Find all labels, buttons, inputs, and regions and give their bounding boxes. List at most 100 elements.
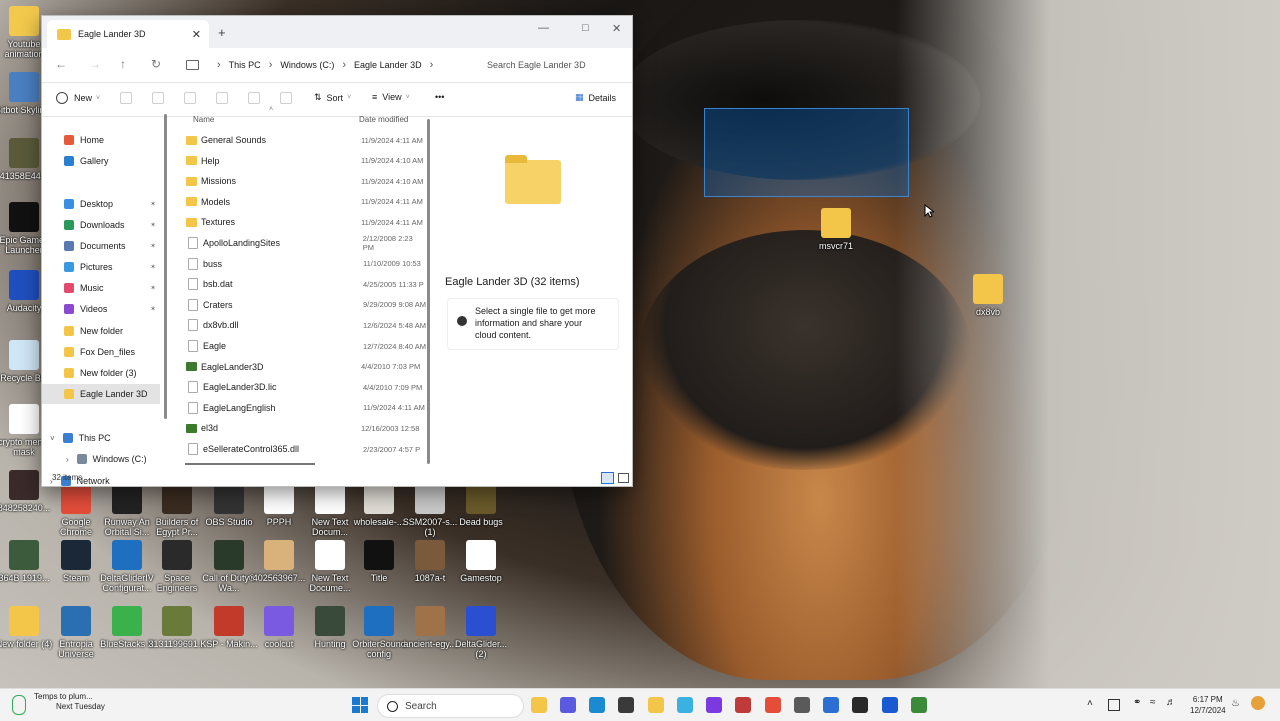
close-button[interactable]: ✕ xyxy=(612,22,621,35)
up-arrow-icon[interactable]: ↑ xyxy=(120,57,126,71)
sort-button[interactable]: ⇅ Sort ˅ xyxy=(314,92,351,103)
file-list-scrollbar[interactable] xyxy=(427,119,430,464)
file-row[interactable]: Models 11/9/2024 4:11 AM xyxy=(173,192,426,212)
camera-icon[interactable] xyxy=(794,697,810,713)
nav-item[interactable]: Downloads ✶ xyxy=(42,215,160,235)
weather-widget[interactable]: Temps to plum... Next Tuesday xyxy=(12,692,105,715)
desktop-shortcut[interactable]: Gamestop xyxy=(450,540,512,583)
maximize-button[interactable]: □ xyxy=(582,22,589,34)
breadcrumb-eagle-lander-3d[interactable]: Eagle Lander 3D xyxy=(354,60,422,70)
desktop-shortcut-icon xyxy=(61,484,91,514)
microphone-icon[interactable]: ⚭ xyxy=(1133,697,1141,708)
chevron-down-icon[interactable]: ˅ xyxy=(50,434,55,443)
desktop-shortcut-icon xyxy=(9,540,39,570)
nav-tree-item[interactable]: ˅ This PC xyxy=(42,428,160,448)
folder-icon[interactable] xyxy=(648,697,664,713)
nav-item-icon xyxy=(64,389,74,399)
paste-button[interactable] xyxy=(184,92,196,104)
copilot-icon[interactable] xyxy=(1251,696,1265,710)
bottle-icon[interactable] xyxy=(911,697,927,713)
file-row[interactable]: eSellerateControl365.dll 2/23/2007 4:57 P xyxy=(173,439,426,459)
desktop-shortcut-icon xyxy=(9,470,39,500)
nav-item[interactable]: Eagle Lander 3D xyxy=(42,384,160,404)
file-row[interactable]: bsb.dat 4/25/2005 11:33 P xyxy=(173,274,426,294)
tab-eagle-lander-3d[interactable]: Eagle Lander 3D ✕ xyxy=(47,20,209,48)
chrome-icon[interactable] xyxy=(765,697,781,713)
nav-item[interactable]: New folder (3) xyxy=(42,363,160,383)
copy-button[interactable] xyxy=(152,92,164,104)
file-row[interactable]: dx8vb.dll 12/6/2024 5:48 AM xyxy=(173,315,426,335)
file-explorer-icon[interactable] xyxy=(531,697,547,713)
app-icon[interactable] xyxy=(677,697,693,713)
search-input[interactable]: Search Eagle Lander 3D xyxy=(475,54,632,76)
details-view-icon[interactable] xyxy=(601,472,614,484)
nav-item[interactable]: Desktop ✶ xyxy=(42,194,160,214)
file-date: 12/7/2024 8:40 AM xyxy=(363,341,426,351)
nav-item[interactable]: Gallery xyxy=(42,151,160,171)
taskbar-search-box[interactable]: Search xyxy=(377,694,524,718)
edge-icon[interactable] xyxy=(589,697,605,713)
nav-item[interactable]: New folder xyxy=(42,321,160,341)
rename-button[interactable] xyxy=(216,92,228,104)
new-tab-button[interactable]: + xyxy=(218,25,226,40)
list-icon[interactable] xyxy=(882,697,898,713)
share-button[interactable] xyxy=(248,92,260,104)
file-row[interactable]: Eagle 12/7/2024 8:40 AM xyxy=(173,336,426,356)
file-row[interactable]: buss 11/10/2009 10:53 xyxy=(173,254,426,274)
store-icon[interactable] xyxy=(618,697,634,713)
speaker-icon[interactable]: ♬ xyxy=(1166,697,1176,708)
desktop-shortcut[interactable]: DeltaGlider... (2) xyxy=(450,606,512,659)
details-button[interactable]: ▦ Details xyxy=(575,92,616,103)
desktop-shortcut[interactable]: Dead bugs xyxy=(450,484,512,527)
clock[interactable]: 6:17 PM 12/7/2024 xyxy=(1190,694,1226,716)
nav-item[interactable]: Pictures ✶ xyxy=(42,257,160,277)
delete-button[interactable] xyxy=(280,92,292,104)
nav-item[interactable]: Music ✶ xyxy=(42,278,160,298)
chevron-up-icon[interactable]: ˄ xyxy=(1087,698,1093,709)
forward-arrow-icon[interactable]: → xyxy=(89,57,101,71)
back-arrow-icon[interactable]: ← xyxy=(55,57,67,71)
breadcrumb-this-pc[interactable]: This PC xyxy=(229,60,261,70)
cut-button[interactable] xyxy=(120,92,132,104)
minimize-button[interactable]: — xyxy=(538,22,549,34)
breadcrumb-windows-c[interactable]: Windows (C:) xyxy=(280,60,334,70)
file-row[interactable]: EagleLangEnglish 11/9/2024 4:11 AM xyxy=(173,398,426,418)
column-header-name[interactable]: Name xyxy=(193,115,214,124)
file-row[interactable]: Help 11/9/2024 4:10 AM xyxy=(173,151,426,171)
file-row[interactable]: EagleLander3D.lic 4/4/2010 7:09 PM xyxy=(173,377,426,397)
shield-icon[interactable] xyxy=(735,697,751,713)
start-button[interactable] xyxy=(352,697,368,713)
nav-item[interactable]: Home xyxy=(42,130,160,150)
nav-item[interactable]: Fox Den_files xyxy=(42,342,160,362)
navigation-scrollbar[interactable] xyxy=(164,114,167,419)
desktop-shortcut[interactable]: dx8vb xyxy=(957,274,1019,317)
system-tray-icon[interactable] xyxy=(1108,699,1120,711)
purple-app-icon[interactable] xyxy=(706,697,722,713)
column-header-date[interactable]: Date modified xyxy=(359,115,408,124)
file-row[interactable]: Textures 11/9/2024 4:11 AM xyxy=(173,212,426,232)
nav-tree-item[interactable]: › Windows (C:) xyxy=(42,449,160,469)
horizontal-scrollbar[interactable] xyxy=(185,463,315,465)
more-options-button[interactable]: ••• xyxy=(435,92,444,102)
obs-icon[interactable] xyxy=(852,697,868,713)
desktop-shortcut[interactable]: msvcr71 xyxy=(805,208,867,251)
tiles-view-icon[interactable] xyxy=(618,473,629,483)
file-row[interactable]: Missions 11/9/2024 4:10 AM xyxy=(173,171,426,191)
chevron-right-icon[interactable]: › xyxy=(66,455,69,464)
breadcrumb[interactable]: › This PC › Windows (C:) › Eagle Lander … xyxy=(176,54,466,76)
chat-icon[interactable] xyxy=(560,697,576,713)
file-row[interactable]: Craters 9/29/2009 9:08 AM xyxy=(173,295,426,315)
file-row[interactable]: General Sounds 11/9/2024 4:11 AM xyxy=(173,130,426,150)
wifi-icon[interactable]: ≈ xyxy=(1150,697,1156,708)
refresh-icon[interactable]: ↻ xyxy=(151,57,161,71)
close-app-icon[interactable] xyxy=(823,697,839,713)
tab-close-icon[interactable]: ✕ xyxy=(192,28,201,41)
file-row[interactable]: el3d 12/16/2003 12:58 xyxy=(173,418,426,438)
view-button[interactable]: ≡ View ˅ xyxy=(372,92,410,102)
new-button[interactable]: New ˅ xyxy=(56,92,100,104)
nav-item[interactable]: Documents ✶ xyxy=(42,236,160,256)
bell-icon[interactable]: ♨ xyxy=(1231,698,1240,709)
nav-item[interactable]: Videos ✶ xyxy=(42,299,160,319)
file-row[interactable]: ApolloLandingSites 2/12/2008 2:23 PM xyxy=(173,233,426,253)
file-row[interactable]: EagleLander3D 4/4/2010 7:03 PM xyxy=(173,357,426,377)
